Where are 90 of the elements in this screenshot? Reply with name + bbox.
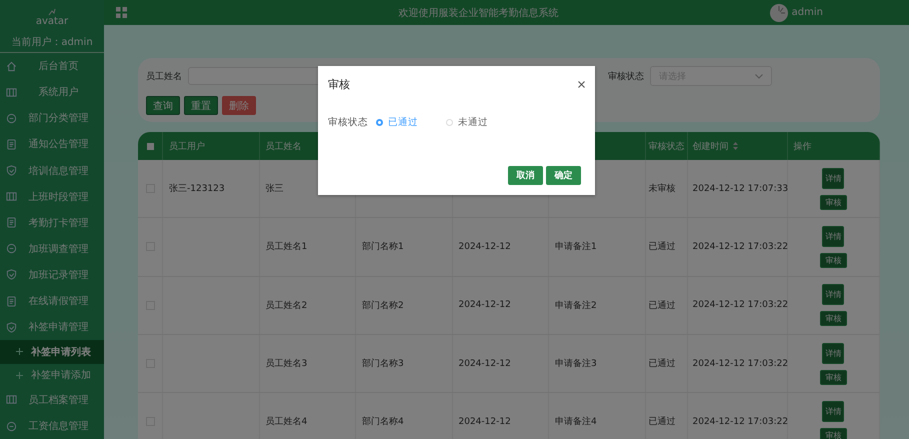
review-button[interactable]: 审核: [820, 311, 847, 326]
table-cell: 部门名称3: [356, 334, 452, 392]
menu-item[interactable]: 补签申请管理: [0, 314, 104, 340]
shield-icon: [6, 322, 17, 333]
table-cell: 2024-12-12 17:03:22: [688, 218, 788, 276]
sort-icon[interactable]: [732, 142, 738, 150]
user-name[interactable]: admin: [792, 7, 823, 18]
menu-item[interactable]: 工资信息管理: [0, 413, 104, 439]
table-cell: 申请备注2: [549, 276, 646, 334]
action-button[interactable]: 查询: [146, 96, 180, 115]
table-cell: 部门名称2: [356, 276, 452, 334]
menu-item[interactable]: 在线请假管理: [0, 288, 104, 314]
grid-menu-icon[interactable]: [116, 7, 127, 18]
plus-icon: [16, 372, 23, 379]
menu-item[interactable]: 培训信息管理: [0, 158, 104, 184]
column-header: 创建时间: [692, 140, 728, 152]
action-button[interactable]: 重置: [184, 96, 218, 115]
panel-icon: [6, 394, 17, 406]
field-label: 审核状态: [608, 70, 644, 82]
table-cell: 申请备注4: [549, 393, 646, 439]
panel-icon: [6, 86, 17, 98]
details-button[interactable]: 详情: [822, 226, 844, 247]
table-cell: 部门名称4: [356, 393, 452, 439]
table-cell: 2024-12-12: [452, 276, 549, 334]
home-icon: [6, 60, 17, 72]
plus-icon: [16, 348, 23, 356]
details-button[interactable]: 详情: [822, 168, 844, 189]
table-cell: 已通过: [646, 218, 688, 276]
close-icon[interactable]: [578, 81, 585, 88]
menu-item[interactable]: 加班调查管理: [0, 236, 104, 262]
review-button[interactable]: 审核: [820, 428, 847, 439]
menu-item[interactable]: 系统用户: [0, 79, 104, 106]
panel-icon: [6, 191, 17, 202]
table-cell: 2024-12-12 17:03:22: [688, 393, 788, 439]
review-button[interactable]: 审核: [820, 194, 847, 210]
details-button[interactable]: 详情: [822, 342, 844, 364]
table-cell: 已通过: [646, 393, 688, 439]
chevron-down-icon: [755, 74, 763, 78]
table-cell: 申请备注1: [549, 218, 646, 276]
select-all-checkbox[interactable]: [146, 142, 154, 150]
doc-icon: [6, 296, 17, 307]
table-cell: 张三-123123: [163, 160, 260, 218]
delete-button[interactable]: 删除: [222, 96, 256, 115]
menu-item[interactable]: 考勤打卡管理: [0, 210, 104, 236]
table-cell: 已通过: [646, 276, 688, 334]
column-header: 操作: [794, 140, 812, 152]
menu-item[interactable]: 上班时段管理: [0, 184, 104, 210]
doc-icon: [6, 138, 17, 150]
table-cell: 2024-12-12 17:03:22: [688, 276, 788, 334]
shield-icon: [6, 165, 17, 176]
table-cell: 2024-12-12: [452, 393, 549, 439]
table-cell: 员工姓名4: [260, 393, 356, 439]
review-button[interactable]: 审核: [820, 370, 847, 385]
submenu-item[interactable]: 补签申请列表: [0, 340, 104, 364]
menu-item[interactable]: 员工档案管理: [0, 386, 104, 413]
column-header: 审核状态: [648, 140, 684, 152]
table-cell: 员工姓名2: [260, 276, 356, 334]
confirm-button[interactable]: 确定: [546, 166, 581, 185]
column-header: 员工姓名: [266, 140, 302, 152]
menu-item[interactable]: 部门分类管理: [0, 105, 104, 132]
table-cell: 员工姓名3: [260, 334, 356, 392]
table-cell: 2024-12-12: [452, 218, 549, 276]
review-button[interactable]: 审核: [820, 252, 847, 268]
menu-item[interactable]: 加班记录管理: [0, 262, 104, 288]
avatar-icon[interactable]: [770, 4, 788, 22]
table-cell: 2024-12-12 17:03:22: [688, 334, 788, 392]
field-label: 审核状态: [328, 116, 368, 129]
submenu-item[interactable]: 补签申请添加: [0, 364, 104, 387]
radio-button[interactable]: [376, 119, 383, 126]
table-cell: 已通过: [646, 334, 688, 392]
table-cell: 2024-12-12 17:07:33: [688, 160, 788, 218]
details-button[interactable]: 详情: [822, 284, 844, 306]
radio-option[interactable]: 已通过: [376, 116, 418, 129]
table-cell: 申请备注3: [549, 334, 646, 392]
doc-icon: [6, 217, 17, 228]
table-cell: 员工姓名1: [260, 218, 356, 276]
table-cell: 2024-12-12: [452, 334, 549, 392]
dialog-title: 审核: [328, 77, 350, 92]
field-label: 员工姓名: [146, 70, 182, 82]
shield-icon: [6, 269, 17, 280]
cancel-button[interactable]: 取消: [508, 166, 543, 185]
menu-item[interactable]: 通知公告管理: [0, 131, 104, 158]
table-cell: 部门名称1: [356, 218, 452, 276]
table-cell: 未审核: [646, 160, 688, 218]
column-header: 员工用户: [169, 140, 205, 152]
system-title: 欢迎使用服装企业智能考勤信息系统: [397, 6, 560, 20]
radio-option[interactable]: 未通过: [446, 116, 488, 129]
details-button[interactable]: 详情: [822, 400, 844, 422]
avatar-alt-text: avatar: [36, 16, 68, 28]
menu-item[interactable]: 后台首页: [0, 53, 104, 80]
